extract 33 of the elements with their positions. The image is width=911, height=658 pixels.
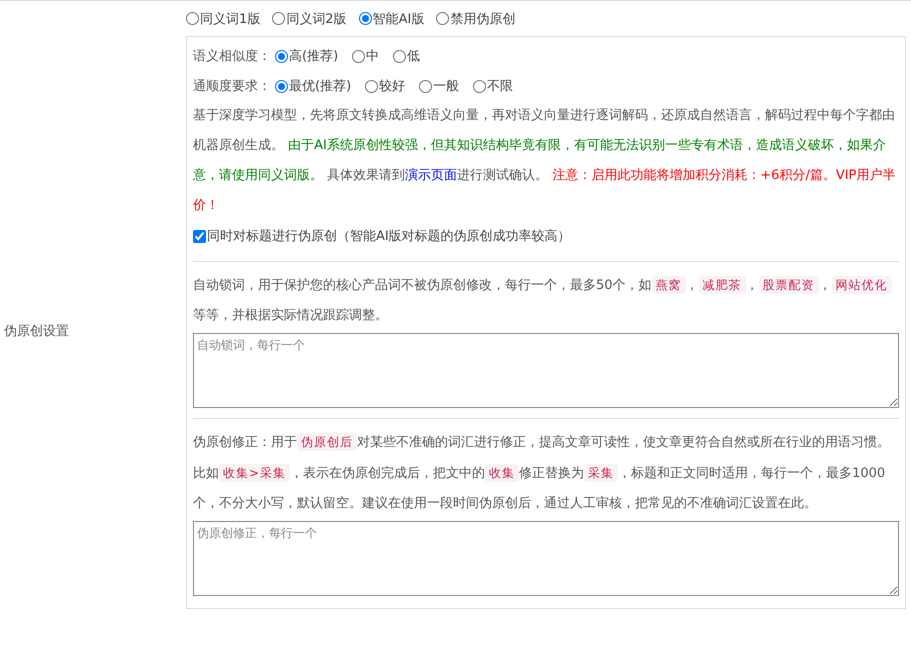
fluency-label: 通顺度要求： (193, 78, 271, 95)
radio-button[interactable] (393, 50, 406, 62)
radio-button[interactable] (365, 80, 378, 92)
radio-label: 较好 (379, 78, 406, 95)
radio-label: 一般 (433, 78, 460, 95)
radio-button[interactable] (473, 80, 486, 92)
radio-label: 低 (407, 48, 420, 65)
radio-label: 高(推荐) (289, 48, 338, 65)
radio-label: 禁用伪原创 (450, 10, 516, 28)
radio-button[interactable] (419, 80, 432, 92)
radio-button[interactable] (436, 12, 450, 25)
radio-label: 中 (366, 48, 380, 65)
radio-button[interactable] (275, 50, 288, 62)
lock-words-description: 自动锁词，用于保护您的核心产品词不被伪原创修改，每行一个，最多50个，如 燕窝 ， 减肥茶 ， 股票配资 ， 网站优化 等等，并根据实际情况跟踪调整。 (193, 270, 899, 331)
demo-page-link[interactable]: 演示页面 (405, 168, 458, 183)
radio-label: 不限 (487, 78, 514, 95)
checkbox-label: 同时对标题进行伪原创（智能AI版对标题的伪原创成功率较高） (207, 228, 571, 245)
radio-button[interactable] (352, 50, 366, 62)
radio-label: 同义词1版 (200, 10, 260, 28)
title-checkbox[interactable] (193, 230, 206, 242)
radio-button[interactable] (272, 12, 286, 25)
settings-label: 伪原创设置 (3, 323, 70, 340)
correction-description: 伪原创修正：用于 伪原创后 对某些不准确的词汇进行修正，提高文章可读性，使文章更符合自然或所在行业的用语习惯。比如 收集>采集 ，表示在伪原创完成后，把文中的 收集 修正替换为 采集 ，标题和正文同时适用，每行一个，最多1000个，不分大小写，默认留空。建议在使用一段时间伪原创后，通过人工审核，把常见的不准确词汇设置在此。 (193, 432, 891, 513)
radio-button[interactable] (275, 80, 288, 92)
similarity-label: 语义相似度： (193, 48, 271, 65)
radio-label: 智能AI版 (372, 10, 424, 28)
radio-button[interactable] (358, 12, 372, 25)
radio-label: 最优(推荐) (289, 78, 352, 95)
ai-description: 基于深度学习模型，先将原文转换成高维语义向量，再对语义向量进行逐词解码，还原成自然语言，解码过程中每个字都由机器原创生成。 由于AI系统原创性较强，但其知识结构毕竟有限，有可能无法识别一些专有术语，造成语义破坏，如果介意，请使用同义词版。 具体效果请到演示页面进行测试确认。 注意：启用此功能将增加积分消耗：+6积分/篇。VIP用户半价！ (193, 107, 896, 215)
radio-label: 同义词2版 (286, 10, 347, 28)
correction-field[interactable]: 伪原创修正，每行一个 (193, 521, 899, 596)
lock-words-field[interactable]: 自动锁词，每行一个 (193, 333, 899, 408)
radio-button[interactable] (186, 12, 199, 25)
